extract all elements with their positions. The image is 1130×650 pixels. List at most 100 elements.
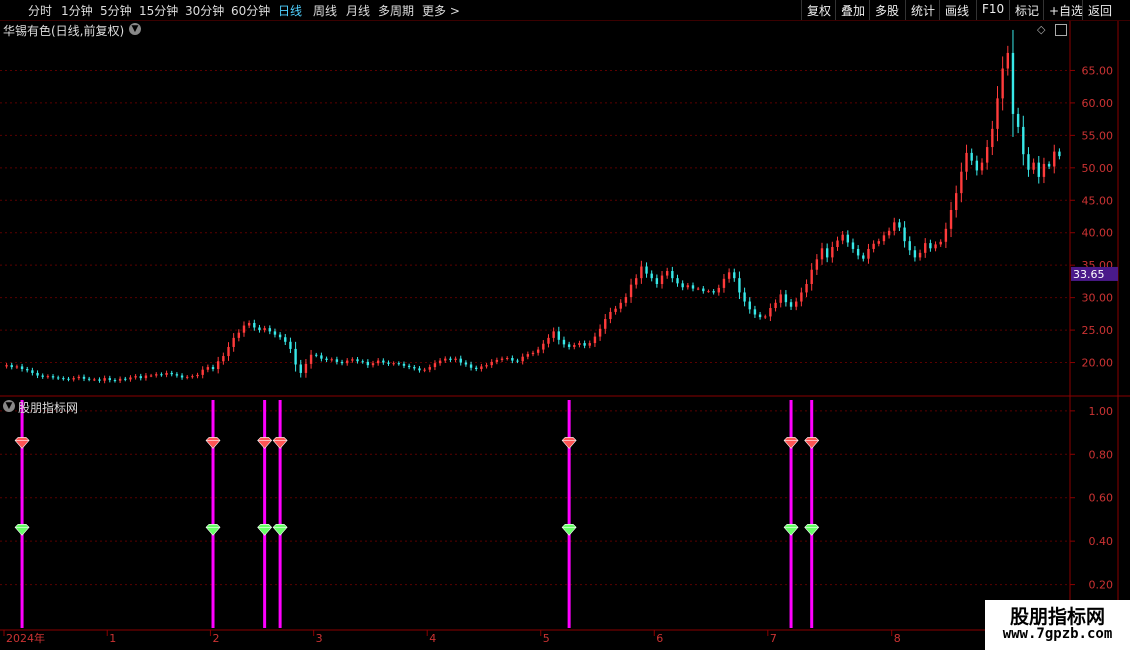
candle-body xyxy=(970,152,973,161)
candle-body xyxy=(335,359,339,362)
candle-body xyxy=(268,328,271,332)
candle-body xyxy=(511,358,514,361)
period-tab-7[interactable]: 周线 xyxy=(313,2,337,19)
candle-body xyxy=(413,367,416,369)
time-tick-label: 2 xyxy=(212,632,219,645)
period-tab-9[interactable]: 多周期 xyxy=(378,2,414,19)
candle-body xyxy=(180,375,184,378)
toolbar-button-5[interactable]: F10 xyxy=(976,0,1009,20)
signal-marker-green xyxy=(14,523,30,536)
candle-body xyxy=(139,376,142,379)
price-tick-label: 60.00 xyxy=(1082,97,1114,110)
candle-body xyxy=(134,376,137,378)
period-tab-1[interactable]: 1分钟 xyxy=(61,2,93,19)
candle-body xyxy=(129,377,132,380)
toolbar-button-2[interactable]: 多股 xyxy=(869,0,904,20)
candle-body xyxy=(955,193,958,211)
candle-body xyxy=(660,275,664,285)
candle-body xyxy=(294,348,297,365)
candle-body xyxy=(191,376,194,378)
toolbar-button-0[interactable]: 复权 xyxy=(801,0,836,20)
period-tab-6[interactable]: 日线 xyxy=(278,2,302,19)
diamond-icon[interactable]: ◇ xyxy=(1037,23,1045,36)
candle-body xyxy=(206,367,210,370)
candle-body xyxy=(1042,163,1046,177)
candle-body xyxy=(222,356,225,362)
candle-body xyxy=(253,322,256,328)
candle-body xyxy=(1001,68,1004,99)
candle-body xyxy=(960,171,963,194)
signal-marker-green xyxy=(783,523,799,536)
price-tick-label: 30.00 xyxy=(1082,292,1114,305)
candle-body xyxy=(201,369,204,375)
period-tab-0[interactable]: 分时 xyxy=(28,2,52,19)
candle-body xyxy=(247,322,251,326)
candle-body xyxy=(124,378,127,380)
candle-body xyxy=(521,356,524,362)
price-tick-label: 50.00 xyxy=(1082,162,1114,175)
stock-title: 华锡有色(日线,前复权) xyxy=(3,24,125,38)
signal-marker-red-shape xyxy=(257,437,273,449)
candle-body xyxy=(402,363,406,366)
candle-body xyxy=(758,314,762,318)
watermark: 股朋指标网 www.7gpzb.com xyxy=(985,600,1130,650)
candle-body xyxy=(165,372,168,375)
toolbar-button-3[interactable]: 统计 xyxy=(905,0,940,20)
candle-body xyxy=(330,359,333,361)
candle-body xyxy=(980,162,984,171)
window-toggle-icon[interactable] xyxy=(1055,24,1067,36)
candle-body xyxy=(872,243,875,249)
candle-body xyxy=(1022,126,1025,155)
candle-body xyxy=(160,374,163,376)
candle-body xyxy=(696,288,700,290)
candle-body xyxy=(851,242,855,249)
candle-body xyxy=(36,372,39,376)
candle-body xyxy=(284,337,287,342)
candle-body xyxy=(676,278,679,284)
period-tab-3[interactable]: 15分钟 xyxy=(139,2,178,19)
candle-body xyxy=(56,377,60,379)
signal-marker-green xyxy=(205,523,221,536)
signal-marker-green xyxy=(272,523,288,536)
candle-body xyxy=(908,241,911,251)
period-tab-4[interactable]: 30分钟 xyxy=(185,2,224,19)
candle-body xyxy=(578,343,581,346)
candle-body xyxy=(965,152,968,172)
toolbar-button-1[interactable]: 叠加 xyxy=(835,0,870,20)
signal-marker-red xyxy=(205,437,221,449)
candle-body xyxy=(87,378,91,380)
chevron-down-icon[interactable]: ▼ xyxy=(129,23,141,35)
candle-body xyxy=(815,259,819,270)
candle-body xyxy=(304,363,308,373)
signal-marker-green xyxy=(257,523,273,536)
candle-body xyxy=(991,128,994,148)
candle-body xyxy=(5,365,8,367)
period-tab-2[interactable]: 5分钟 xyxy=(100,2,132,19)
candle-body xyxy=(702,288,705,292)
candle-body xyxy=(707,291,710,293)
candle-body xyxy=(898,222,901,228)
period-tab-5[interactable]: 60分钟 xyxy=(231,2,270,19)
candle-body xyxy=(464,362,468,365)
signal-marker-green xyxy=(561,523,577,536)
candle-body xyxy=(361,361,364,363)
indicator-tick-label: 0.20 xyxy=(1089,579,1114,592)
candle-body xyxy=(996,98,999,129)
signal-marker-green-shape xyxy=(14,523,30,536)
candle-body xyxy=(495,359,499,362)
period-tab-10[interactable]: 更多 > xyxy=(422,2,460,19)
candle-body xyxy=(975,160,979,171)
price-tick-label: 25.00 xyxy=(1082,324,1114,337)
toolbar-button-6[interactable]: 标记 xyxy=(1009,0,1044,20)
indicator-chevron-down-icon[interactable]: ▼ xyxy=(3,400,15,412)
candle-body xyxy=(98,379,101,381)
candle-body xyxy=(258,327,261,331)
candle-body xyxy=(624,296,628,303)
candle-body xyxy=(789,302,793,307)
toolbar-button-8[interactable]: 返回 xyxy=(1082,0,1117,20)
candle-body xyxy=(918,252,922,258)
toolbar-button-4[interactable]: 画线 xyxy=(939,0,974,20)
period-tab-8[interactable]: 月线 xyxy=(346,2,370,19)
candle-body xyxy=(598,328,602,337)
signal-marker-red xyxy=(272,437,288,449)
